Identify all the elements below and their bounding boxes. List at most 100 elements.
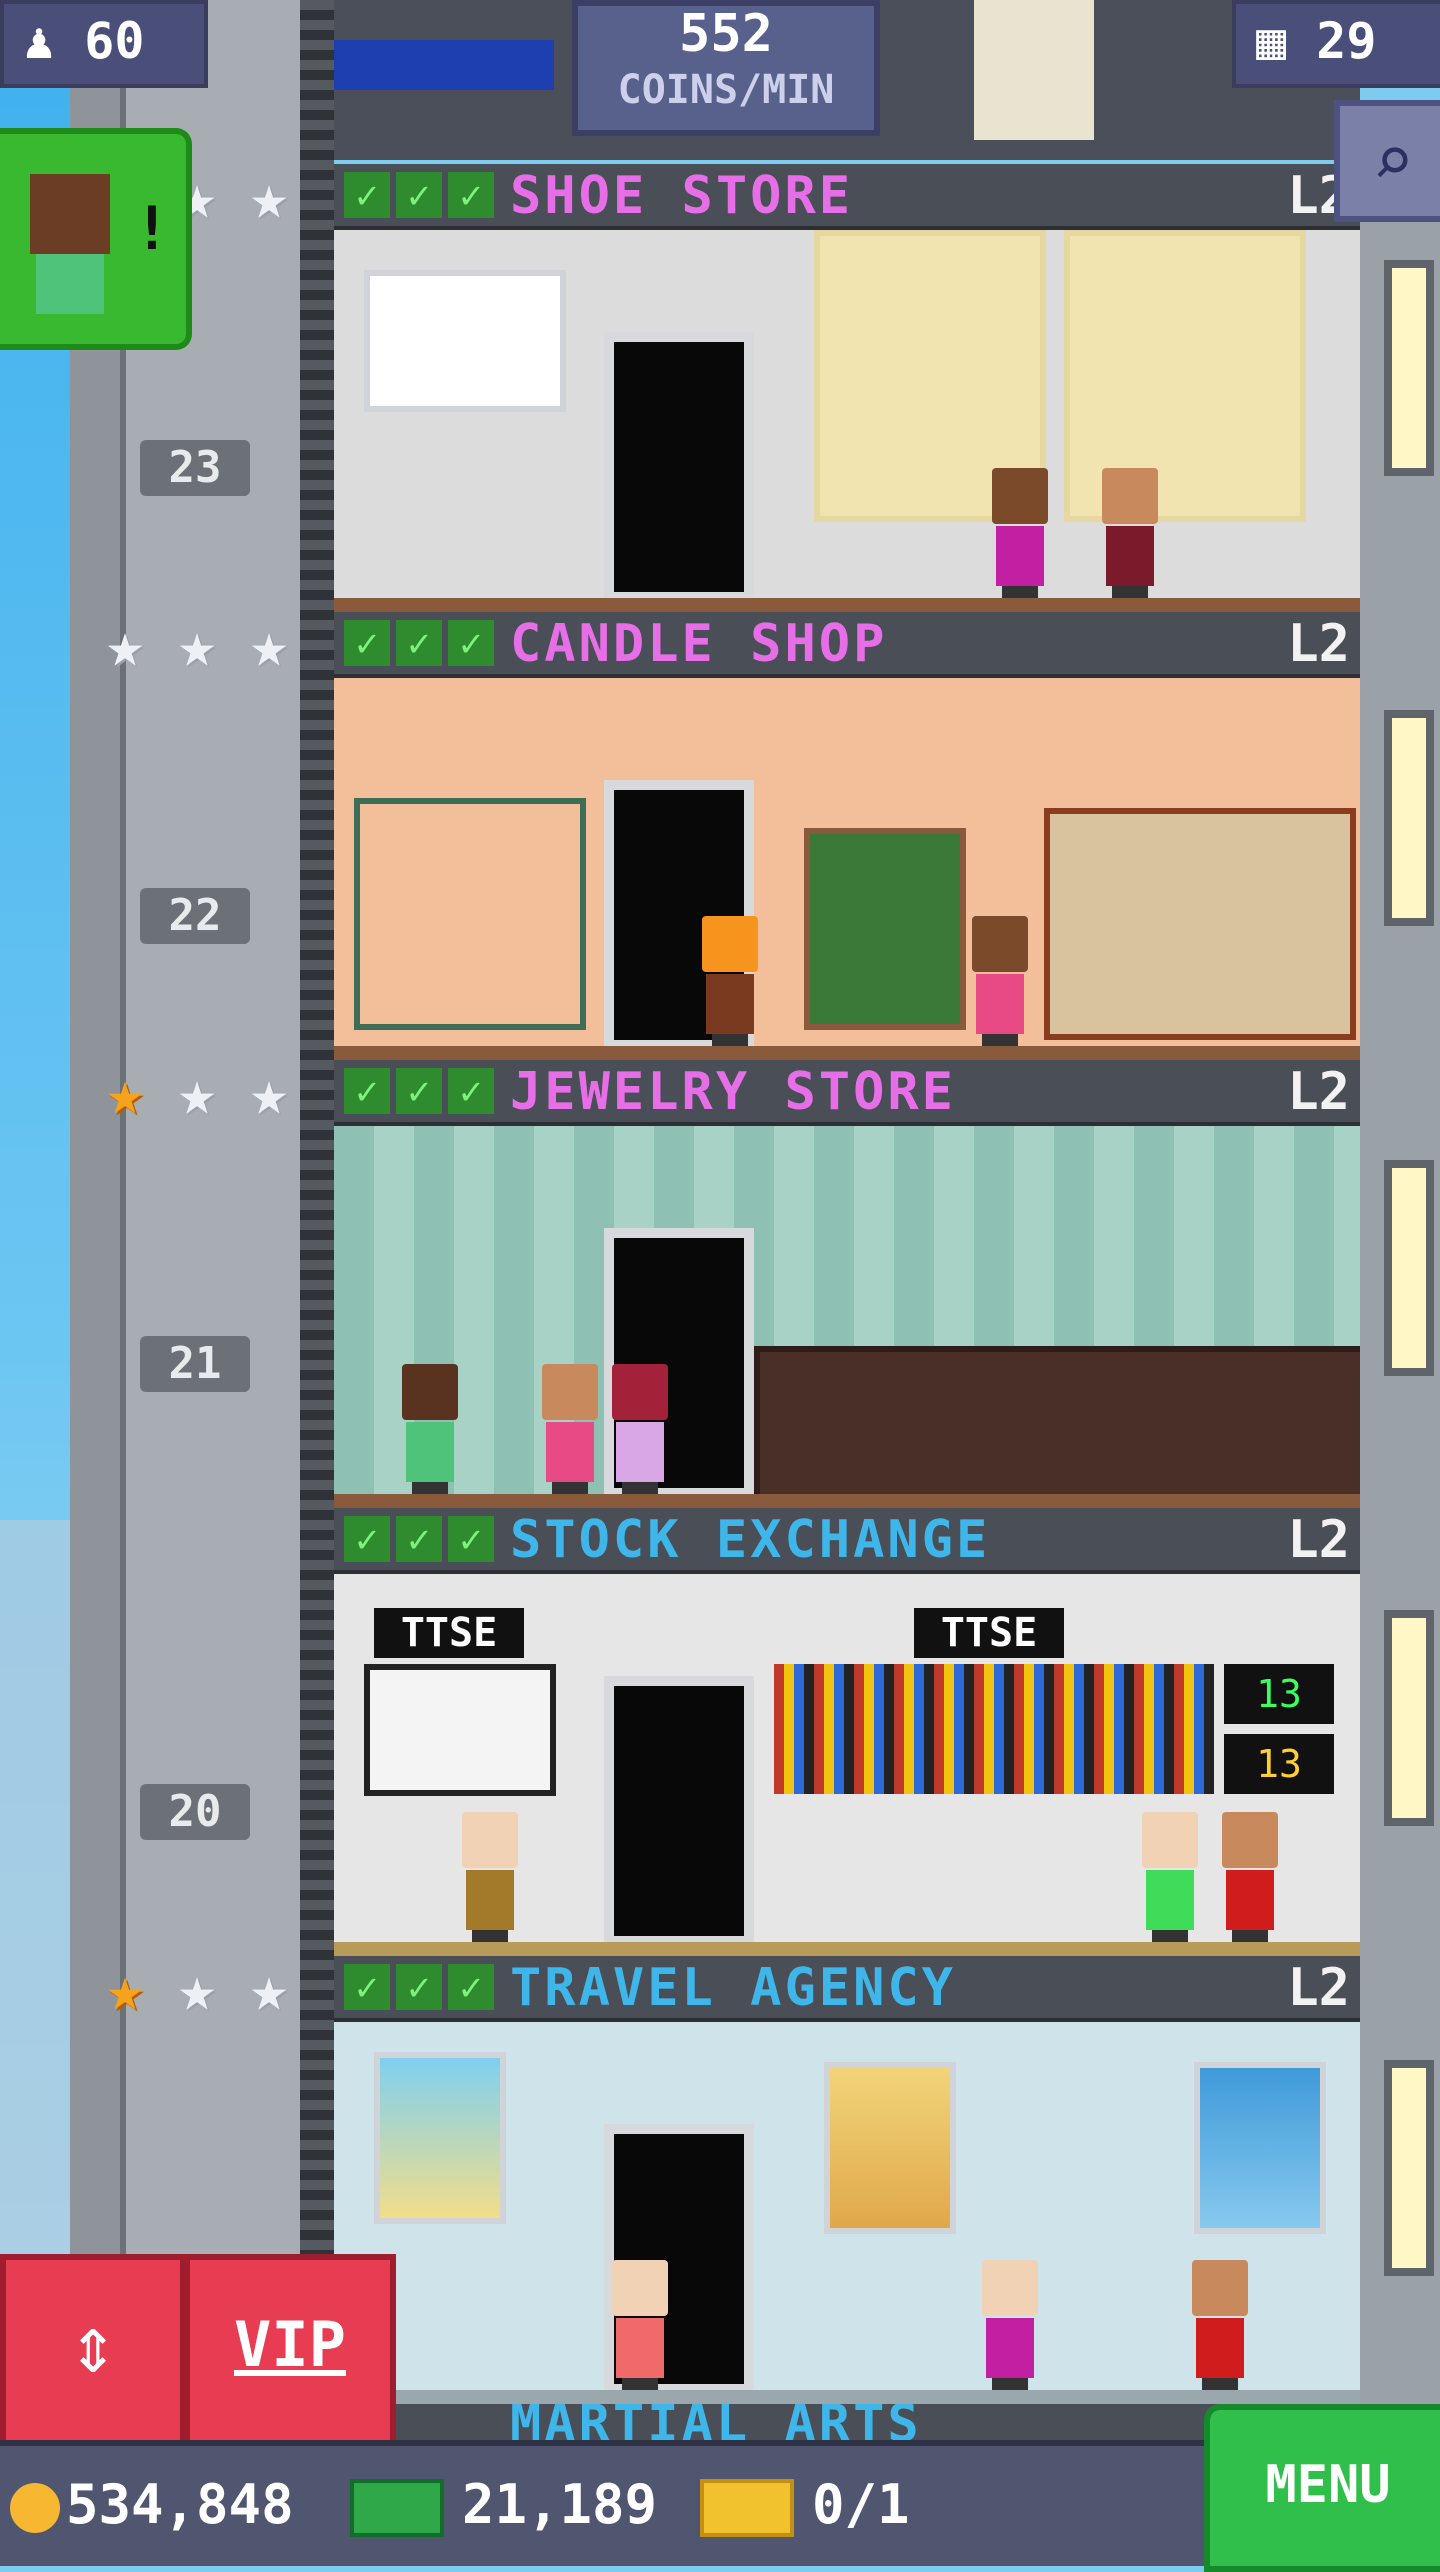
floorboard (334, 2390, 1360, 2404)
tower-resident[interactable] (454, 1812, 524, 1942)
tower-resident[interactable] (394, 1364, 464, 1494)
floor-door (604, 332, 754, 602)
tower-resident[interactable] (1184, 2260, 1254, 2390)
floor-number-20: 20 (140, 1784, 250, 1840)
tower-resident[interactable] (534, 1364, 604, 1494)
star-silver-icon: ★ (106, 608, 144, 681)
floor-level: L2 (1287, 1958, 1350, 2018)
coins-per-min-label: COINS/MIN (617, 67, 835, 113)
floor-name: JEWELRY STORE (510, 1062, 956, 1122)
resident-notification-button[interactable]: ! (0, 128, 192, 350)
menu-button[interactable]: MENU (1204, 2404, 1440, 2572)
floor-level: L2 (1287, 1510, 1350, 1570)
floor-stars-22: ★ ★ ★ (92, 612, 302, 682)
floor-room (334, 230, 1360, 612)
check-icon: ✓ (448, 1964, 494, 2010)
floor-name: SHOE STORE (510, 166, 854, 226)
star-silver-icon: ★ (250, 160, 288, 233)
star-silver-icon: ★ (250, 1056, 288, 1129)
candle-display (804, 828, 966, 1030)
check-icon: ✓ (396, 172, 442, 218)
person-icon: ♟ (24, 12, 55, 70)
floor-count-value: 29 (1316, 12, 1377, 70)
floor-shoe-store[interactable]: ✓ ✓ ✓ SHOE STORE L2 (334, 164, 1360, 612)
building-window (1384, 260, 1434, 476)
magnifier-icon: ⌕ (1371, 120, 1415, 202)
building-window (1384, 1160, 1434, 1376)
checkmarks: ✓ ✓ ✓ (344, 1516, 494, 1562)
floor-header: ✓ ✓ ✓ JEWELRY STORE L2 (334, 1060, 1360, 1126)
check-icon: ✓ (396, 1964, 442, 2010)
floor-jewelry-store[interactable]: ✓ ✓ ✓ JEWELRY STORE L2 (334, 1060, 1360, 1508)
travel-poster (374, 2052, 506, 2224)
tower-resident[interactable] (604, 2260, 674, 2390)
up-down-arrow-icon: ⇕ (68, 2298, 118, 2391)
check-icon: ✓ (344, 1516, 390, 1562)
coin-icon (10, 2483, 60, 2534)
star-gold-icon: ★ (106, 1056, 144, 1129)
star-silver-icon: ★ (250, 608, 288, 681)
tickets-balance[interactable]: 0/1 (700, 2470, 910, 2540)
checkmarks: ✓ ✓ ✓ (344, 1068, 494, 1114)
floor-header: ✓ ✓ ✓ CANDLE SHOP L2 (334, 612, 1360, 678)
construction-worker[interactable] (694, 916, 764, 1046)
floorboard (334, 598, 1360, 612)
alert-icon: ! (133, 194, 170, 264)
stock-ticker-board (774, 1664, 1214, 1794)
tower-resident[interactable] (964, 916, 1034, 1046)
stock-chart-board (364, 1664, 556, 1796)
floor-travel-agency[interactable]: ✓ ✓ ✓ TRAVEL AGENCY L2 (334, 1956, 1360, 2404)
vip-button[interactable]: VIP (184, 2254, 396, 2446)
checkmarks: ✓ ✓ ✓ (344, 1964, 494, 2010)
zoom-button[interactable]: ⌕ (1334, 100, 1440, 222)
floor-candle-shop[interactable]: ✓ ✓ ✓ CANDLE SHOP L2 (334, 612, 1360, 1060)
floor-stars-19: ★ ★ ★ (92, 1956, 302, 2026)
floor-name: MARTIAL ARTS (510, 2404, 922, 2444)
floor-header: ✓ ✓ ✓ TRAVEL AGENCY L2 (334, 1956, 1360, 2022)
checkmarks: ✓ ✓ ✓ (344, 620, 494, 666)
check-icon: ✓ (448, 172, 494, 218)
floor-name: STOCK EXCHANGE (510, 1510, 991, 1570)
tower-resident[interactable] (974, 2260, 1044, 2390)
elevator-button[interactable]: ⇕ (0, 2254, 186, 2446)
bux-icon (350, 2479, 444, 2538)
star-gold-icon: ★ (106, 1952, 144, 2025)
floor-room (334, 678, 1360, 1060)
tower-resident[interactable] (1214, 1812, 1284, 1942)
check-icon: ✓ (344, 620, 390, 666)
tower-resident[interactable] (604, 1364, 674, 1494)
bux-balance[interactable]: 21,189 (350, 2470, 657, 2540)
coins-per-min-display: 552 COINS/MIN (572, 0, 880, 136)
shoe-poster (364, 270, 566, 412)
population-counter[interactable]: ♟ 60 (0, 0, 208, 88)
check-icon: ✓ (396, 1516, 442, 1562)
floor-number-22: 22 (140, 888, 250, 944)
tower-resident[interactable] (1134, 1812, 1204, 1942)
floor-number-23: 23 (140, 440, 250, 496)
floorboard (334, 1046, 1360, 1060)
floor-level: L2 (1287, 1062, 1350, 1122)
population-value: 60 (84, 12, 145, 70)
tower-resident[interactable] (984, 468, 1054, 598)
star-silver-icon: ★ (178, 1952, 216, 2025)
top-floor-shelf (974, 0, 1094, 140)
check-icon: ✓ (344, 1068, 390, 1114)
floor-room (334, 2022, 1360, 2404)
coins-value: 534,848 (66, 2473, 294, 2536)
coins-balance[interactable]: 534,848 (10, 2470, 294, 2540)
floor-level: L2 (1287, 614, 1350, 674)
building-icon: ▦ (1256, 12, 1287, 70)
floor-counter[interactable]: ▦ 29 (1232, 0, 1440, 88)
floor-stars-21: ★ ★ ★ (92, 1060, 302, 1130)
ticker-display: 13 (1224, 1664, 1334, 1724)
bux-value: 21,189 (462, 2473, 658, 2536)
elevator-shaft-inner (120, 0, 312, 2450)
candle-shelf (354, 798, 586, 1030)
candle-cabinet (1044, 808, 1356, 1040)
floorboard (334, 1942, 1360, 1956)
floor-stock-exchange[interactable]: ✓ ✓ ✓ STOCK EXCHANGE L2 TTSE TTSE 13 13 (334, 1508, 1360, 1956)
tower-resident[interactable] (1094, 468, 1164, 598)
resident-face-icon (30, 174, 110, 254)
travel-poster (824, 2062, 956, 2234)
ticker-display: 13 (1224, 1734, 1334, 1794)
